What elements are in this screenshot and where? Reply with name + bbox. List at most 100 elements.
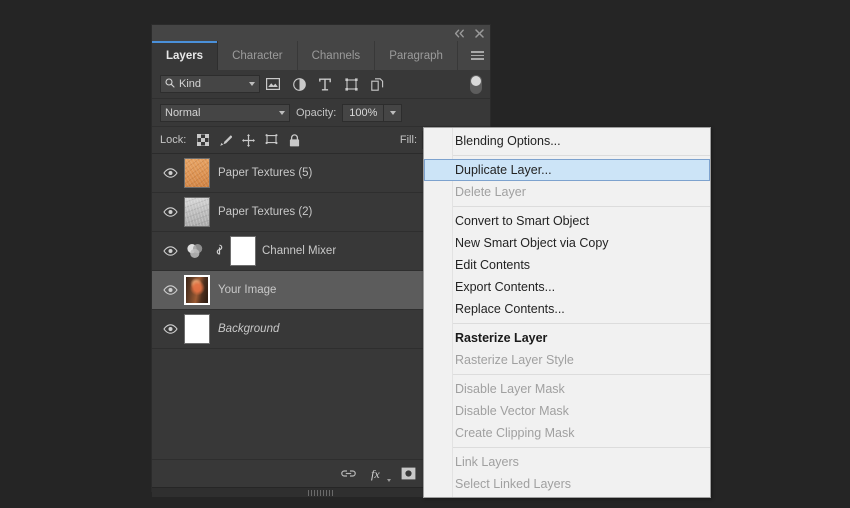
menu-item-label: Export Contents... [455, 280, 556, 294]
panel-menu-button[interactable] [464, 41, 490, 70]
tab-layers[interactable]: Layers [152, 41, 219, 70]
menu-item-replace-contents[interactable]: Replace Contents... [424, 298, 710, 320]
menu-item-label: Link Layers [455, 455, 519, 469]
lock-position-icon[interactable] [238, 130, 259, 150]
panel-tab-row: Layers Character Channels Paragraph [152, 41, 490, 70]
chevron-down-icon [279, 110, 285, 115]
layer-name[interactable]: Paper Textures (2) [218, 206, 312, 218]
layer-visibility-eye-icon[interactable] [158, 207, 182, 217]
layer-thumbnail[interactable] [182, 158, 212, 188]
filter-kind-value: Kind [179, 78, 202, 90]
layer-filter-row: Kind [152, 70, 490, 99]
menu-item-label: Blending Options... [455, 134, 561, 148]
menu-item-blending-options[interactable]: Blending Options... [424, 130, 710, 152]
double-chevron-left-icon[interactable] [454, 29, 465, 38]
scrollbar-grip[interactable] [308, 489, 334, 496]
lock-artboard-nesting-icon[interactable] [261, 130, 282, 150]
layer-name[interactable]: Background [218, 323, 279, 335]
menu-separator [453, 206, 710, 207]
layer-name[interactable]: Paper Textures (5) [218, 167, 312, 179]
lock-label: Lock: [160, 134, 187, 146]
search-icon [165, 77, 175, 91]
channel-mixer-adjustment-icon[interactable] [182, 243, 208, 259]
smart-object-filter-icon[interactable] [364, 73, 390, 95]
menu-item-delete-layer: Delete Layer [424, 181, 710, 203]
menu-item-create-clipping-mask: Create Clipping Mask [424, 422, 710, 444]
layer-visibility-eye-icon[interactable] [158, 246, 182, 256]
menu-item-duplicate-layer[interactable]: Duplicate Layer... [424, 159, 710, 181]
tab-label: Channels [311, 49, 361, 62]
tab-label: Character [232, 49, 283, 62]
blend-mode-row: Normal Opacity: 100% [152, 99, 490, 127]
menu-separator [453, 155, 710, 156]
opacity-field[interactable]: 100% [342, 103, 403, 122]
layer-context-menu: Blending Options... Duplicate Layer... D… [423, 127, 711, 498]
menu-item-label: Duplicate Layer... [455, 163, 552, 177]
tab-paragraph[interactable]: Paragraph [375, 41, 458, 70]
mask-link-icon[interactable] [211, 244, 227, 258]
menu-separator [453, 323, 710, 324]
menu-item-label: Convert to Smart Object [455, 214, 590, 228]
layer-thumbnail[interactable] [182, 314, 212, 344]
lock-image-pixels-icon[interactable] [215, 130, 236, 150]
menu-item-convert-to-smart-object[interactable]: Convert to Smart Object [424, 210, 710, 232]
menu-item-rasterize-layer[interactable]: Rasterize Layer [424, 327, 710, 349]
panel-titlebar [152, 25, 490, 41]
menu-item-link-layers: Link Layers [424, 451, 710, 473]
menu-item-label: Rasterize Layer [455, 331, 548, 345]
blend-mode-select[interactable]: Normal [160, 103, 290, 122]
menu-item-label: Delete Layer [455, 185, 526, 199]
layer-name[interactable]: Channel Mixer [262, 245, 336, 257]
menu-item-label: Disable Vector Mask [455, 404, 569, 418]
shape-layer-filter-icon[interactable] [338, 73, 364, 95]
lock-transparent-pixels-icon[interactable] [192, 130, 213, 150]
menu-separator [453, 374, 710, 375]
add-layer-mask-icon[interactable] [401, 467, 416, 480]
opacity-label: Opacity: [296, 106, 337, 119]
tab-label: Paragraph [389, 49, 443, 62]
menu-item-new-smart-object-via-copy[interactable]: New Smart Object via Copy [424, 232, 710, 254]
menu-item-label: Replace Contents... [455, 302, 565, 316]
menu-item-label: Create Clipping Mask [455, 426, 575, 440]
menu-item-disable-layer-mask: Disable Layer Mask [424, 378, 710, 400]
pixel-layer-filter-icon[interactable] [260, 73, 286, 95]
type-layer-filter-icon[interactable] [312, 73, 338, 95]
filter-enable-toggle[interactable] [470, 74, 482, 94]
close-icon[interactable] [475, 28, 484, 38]
chevron-down-icon [387, 478, 391, 482]
adjustment-layer-filter-icon[interactable] [286, 73, 312, 95]
chevron-down-icon [249, 82, 255, 86]
blend-mode-value: Normal [165, 106, 201, 119]
tab-label: Layers [166, 49, 204, 62]
tab-character[interactable]: Character [218, 41, 298, 70]
layer-mask-thumbnail[interactable] [230, 236, 256, 266]
link-layers-icon[interactable] [340, 468, 357, 479]
lock-all-icon[interactable] [284, 130, 305, 150]
filter-kind-select[interactable]: Kind [160, 75, 260, 93]
menu-item-export-contents[interactable]: Export Contents... [424, 276, 710, 298]
menu-item-label: Rasterize Layer Style [455, 353, 574, 367]
menu-item-label: Edit Contents [455, 258, 531, 272]
layer-visibility-eye-icon[interactable] [158, 168, 182, 178]
tab-channels[interactable]: Channels [297, 41, 376, 70]
opacity-stepper[interactable] [383, 104, 401, 121]
fill-label: Fill: [399, 134, 417, 146]
layer-style-fx-icon[interactable]: fx [371, 467, 391, 482]
menu-item-disable-vector-mask: Disable Vector Mask [424, 400, 710, 422]
layer-visibility-eye-icon[interactable] [158, 285, 182, 295]
layer-thumbnail[interactable] [182, 275, 212, 305]
menu-item-select-linked-layers: Select Linked Layers [424, 473, 710, 495]
layer-thumbnail[interactable] [182, 197, 212, 227]
opacity-value: 100% [349, 106, 378, 119]
menu-item-rasterize-layer-style: Rasterize Layer Style [424, 349, 710, 371]
menu-separator [453, 447, 710, 448]
layer-visibility-eye-icon[interactable] [158, 324, 182, 334]
menu-item-edit-contents[interactable]: Edit Contents [424, 254, 710, 276]
menu-item-label: Disable Layer Mask [455, 382, 565, 396]
svg-text:fx: fx [371, 467, 380, 481]
layer-name[interactable]: Your Image [218, 284, 276, 296]
hamburger-menu-icon [470, 49, 484, 62]
menu-item-label: Select Linked Layers [455, 477, 572, 491]
menu-item-label: New Smart Object via Copy [455, 236, 609, 250]
chevron-down-icon [389, 110, 396, 115]
